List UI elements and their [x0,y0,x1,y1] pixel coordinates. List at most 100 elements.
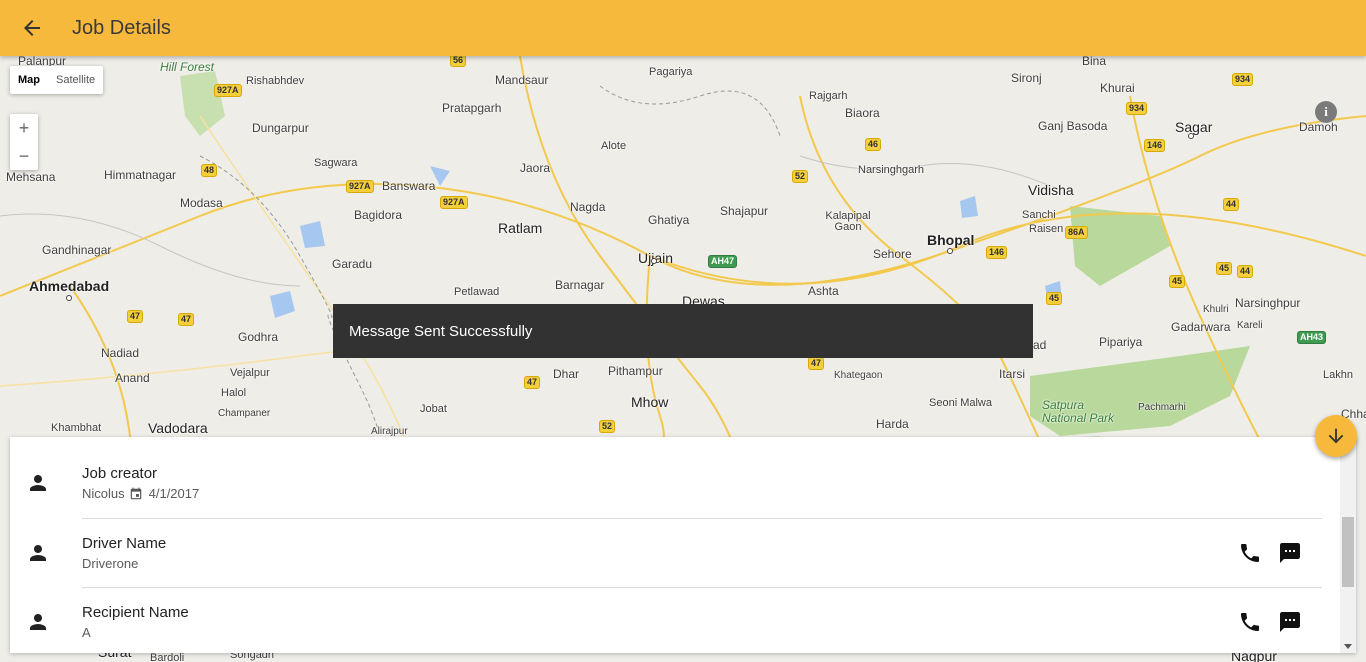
highway-shield: 47 [524,376,541,389]
job-creator-row: Job creator Nicolus 4/1/2017 [10,461,1340,505]
map-label: Pratapgarh [442,101,502,115]
highway-shield: 146 [1144,139,1166,152]
person-icon [30,614,46,630]
divider [82,518,1322,519]
highway-shield: 927A [346,180,374,193]
zoom-out-button[interactable]: − [10,142,38,170]
snackbar-message: Message Sent Successfully [349,322,533,340]
back-button[interactable] [16,12,48,44]
map-label: Bina [1082,56,1107,68]
map-label: Gandhinagar [42,243,112,257]
map-label: Bhopal [927,232,975,248]
message-driver-button[interactable] [1278,541,1302,565]
city-marker [651,258,657,264]
phone-icon [1241,544,1259,562]
highway-shield: 45 [1169,275,1186,288]
map-label: Khurai [1100,81,1135,95]
map-label: Anand [115,371,150,385]
map-label: Khambhat [51,422,102,434]
map-label: Godhra [238,330,279,344]
divider [82,587,1322,588]
map-label: Bardoli [150,652,185,662]
phone-icon [1241,613,1259,631]
top-app-bar: Job Details [0,0,1366,56]
map-label: Vadodara [148,420,208,436]
map-label: Vidisha [1028,182,1074,198]
highway-shield: 45 [1046,292,1063,305]
scroll-down-button[interactable] [1315,415,1357,457]
calendar-icon [130,487,141,499]
row-subtitle: Nicolus 4/1/2017 [82,486,199,501]
map-label: Alote [601,140,627,152]
highway-shield: AH47 [708,255,738,268]
map-label: Alirajpur [371,426,408,437]
highway-shield: 47 [178,313,195,326]
highway-shield: 47 [808,357,825,370]
arrow-down-icon [1328,428,1344,444]
message-icon [1280,612,1300,632]
map-label: Gadarwara [1171,320,1231,334]
map-label: Sagwara [314,157,358,169]
map-label: Vejalpur [230,367,270,379]
map-label: Seoni Malwa [929,397,992,409]
row-title: Recipient Name [82,604,189,621]
map-label: Pipariya [1099,335,1143,349]
map-label: Sehore [873,247,912,261]
highway-shield: 934 [1232,73,1254,86]
map-label: Ahmedabad [29,278,110,294]
panel-scrollbar[interactable] [1340,437,1356,653]
map-label: Harda [876,417,909,431]
map-type-satellite-button[interactable]: Satellite [48,66,103,94]
map-label: Bagidora [354,208,403,222]
row-title: Driver Name [82,535,167,552]
map-label: Hill Forest [160,60,215,74]
driver-row: Driver Name Driverone [10,533,1340,573]
map-label: Sanchi [1022,209,1056,221]
map-label: Barnagar [555,278,605,292]
info-icon[interactable]: i [1315,101,1337,123]
highway-shield: 86A [1065,226,1088,239]
map-label: Pagariya [649,66,693,78]
map-type-map-button[interactable]: Map [10,66,48,94]
map-label: Dungarpur [252,121,309,135]
map-type-control: Map Satellite [10,66,104,94]
zoom-control: + − [10,114,38,170]
map-label: Jaora [520,161,551,175]
scrollbar-thumb[interactable] [1342,517,1354,587]
map-label: Dhar [553,367,580,381]
map-label: Rishabhdev [246,75,305,87]
call-driver-button[interactable] [1238,541,1262,565]
map-label: Kareli [1237,320,1263,331]
map-label: Mhow [631,394,669,410]
map-label: Damoh [1299,120,1338,134]
map-label: Champaner [218,408,271,419]
map-label: Itarsi [999,367,1026,381]
map-label: Shajapur [720,204,769,218]
row-title: Job creator [82,465,158,482]
highway-shield: 146 [986,246,1008,259]
map-label: Sironj [1011,71,1042,85]
map-label: Nadiad [101,346,140,360]
highway-shield: 56 [450,56,467,67]
map-label: Khategaon [834,370,883,381]
driver-name: Driverone [82,556,139,571]
call-recipient-button[interactable] [1238,610,1262,634]
highway-shield: 52 [599,420,616,433]
map-label: Sagar [1175,119,1213,135]
zoom-in-button[interactable]: + [10,114,38,142]
highway-shield: 927A [440,196,468,209]
highway-shield: 47 [127,310,144,323]
app-window: Job Details Palanpur Hill Forest Rishabh… [0,0,1366,662]
scroll-down-arrow[interactable] [1344,644,1352,649]
recipient-name: A [82,625,91,640]
message-recipient-button[interactable] [1278,610,1302,634]
recipient-row: Recipient Name A [10,602,1340,642]
map-label: Kalapipal Gaon [825,210,871,233]
map-label: Biaora [845,106,880,120]
person-icon [30,545,46,561]
map-label: Pithampur [608,364,663,378]
map-label: Narsinghpur [1235,296,1301,310]
highway-shield: 44 [1223,198,1240,211]
map-label: Ratlam [498,220,543,236]
map-label: Nagda [570,200,606,214]
